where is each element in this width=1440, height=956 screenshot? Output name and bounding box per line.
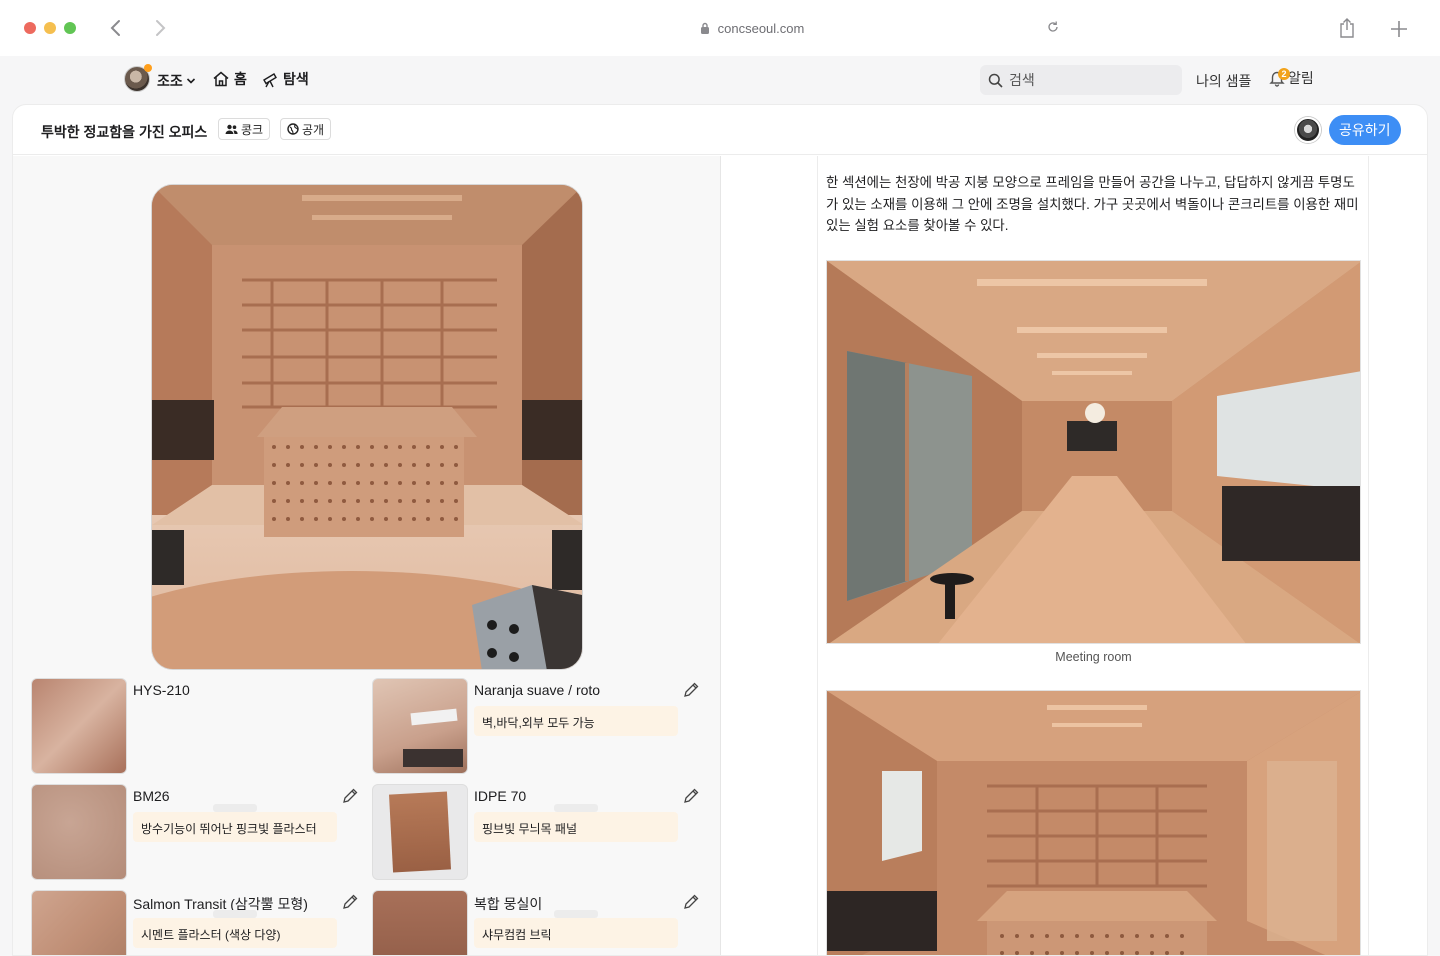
material-name: IDPE 70 [474, 788, 527, 804]
notifications-label: 알림 [1288, 70, 1314, 86]
reload-icon[interactable] [1046, 20, 1060, 37]
back-icon[interactable] [104, 16, 128, 40]
material-note[interactable]: 방수기능이 뛰어난 핑크빛 플라스터 [133, 812, 337, 842]
share-icon[interactable] [1338, 17, 1356, 44]
placeholder-bar [554, 910, 598, 918]
search-icon [988, 73, 1003, 88]
url-text: concseoul.com [717, 20, 805, 36]
notification-count-badge: 2 [1278, 68, 1290, 80]
article-paragraph: 한 섹션에는 천장에 박공 지붕 모양으로 프레임을 만들어 공간을 나누고, … [826, 175, 1359, 233]
material-thumbnail[interactable] [372, 890, 468, 955]
moodboard-panel: HYS-210 Naranja suave / roto 벽,바닥,외부 모두 … [13, 156, 721, 955]
telescope-icon [263, 73, 277, 88]
people-icon [225, 124, 238, 134]
material-name: Naranja suave / roto [474, 682, 601, 698]
notifications-link[interactable]: 알림 [1268, 68, 1314, 88]
placeholder-bar [213, 910, 257, 918]
lock-icon [700, 22, 709, 34]
office-shelves-image[interactable] [826, 690, 1361, 955]
address-bar[interactable]: concseoul.com [432, 14, 1072, 42]
new-tab-icon[interactable] [1390, 14, 1408, 45]
material-thumbnail[interactable] [31, 890, 127, 955]
pencil-icon[interactable] [682, 893, 700, 911]
office-shelves-illustration [827, 691, 1360, 955]
document-header: 투박한 정교함을 가진 오피스 콩크 공개 공유하기 [13, 105, 1427, 155]
app-area: 조조 홈 탐색 나의 샘플 알림 2 투박한 정교함을 가진 오피스 콩크 [0, 56, 1440, 956]
document-card: 투박한 정교함을 가진 오피스 콩크 공개 공유하기 HYS-210 Naran… [12, 104, 1428, 956]
image-caption: Meeting room [1055, 650, 1132, 664]
material-card[interactable]: IDPE 70 핑브빛 무늬목 패널 [372, 784, 702, 882]
home-icon [213, 71, 229, 87]
pencil-icon[interactable] [341, 893, 359, 911]
forward-icon[interactable] [148, 16, 172, 40]
material-thumbnail[interactable] [372, 678, 468, 774]
collaborator-avatar[interactable] [1295, 117, 1321, 143]
main-render-image[interactable] [151, 184, 583, 670]
material-name: HYS-210 [133, 682, 190, 698]
material-name: 복합 뭉실이 [474, 896, 543, 912]
meeting-room-image[interactable] [826, 260, 1361, 644]
globe-icon [287, 123, 299, 135]
share-button[interactable]: 공유하기 [1329, 115, 1401, 145]
nav-explore-label: 탐색 [283, 71, 309, 87]
material-note[interactable]: 샤무컴컴 브릭 [474, 918, 678, 948]
material-note[interactable]: 벽,바닥,외부 모두 가능 [474, 706, 678, 736]
material-card[interactable]: Salmon Transit (삼각뿔 모형) 시멘트 플라스터 (색상 다양) [31, 890, 361, 955]
close-window-button[interactable] [24, 22, 36, 34]
browser-toolbar: concseoul.com [0, 0, 1440, 56]
visibility-chip-label: 공개 [302, 122, 325, 137]
placeholder-bar [554, 804, 598, 812]
material-card[interactable]: BM26 방수기능이 뛰어난 핑크빛 플라스터 [31, 784, 361, 882]
window-controls [24, 22, 76, 34]
placeholder-bar [213, 804, 257, 812]
material-thumbnail[interactable] [31, 784, 127, 880]
online-status-dot [144, 64, 152, 72]
material-name: BM26 [133, 788, 170, 804]
pencil-icon[interactable] [682, 787, 700, 805]
pencil-icon[interactable] [341, 787, 359, 805]
minimize-window-button[interactable] [44, 22, 56, 34]
visibility-chip[interactable]: 공개 [280, 118, 332, 140]
meeting-room-illustration [827, 261, 1360, 643]
material-card[interactable]: Naranja suave / roto 벽,바닥,외부 모두 가능 [372, 678, 702, 776]
material-note[interactable]: 시멘트 플라스터 (색상 다양) [133, 918, 337, 948]
pencil-icon[interactable] [682, 681, 700, 699]
document-title: 투박한 정교함을 가진 오피스 [41, 124, 208, 140]
article-content: 한 섹션에는 천장에 박공 지붕 모양으로 프레임을 만들어 공간을 나누고, … [817, 156, 1369, 955]
user-name: 조조 [157, 73, 183, 89]
my-samples-link[interactable]: 나의 샘플 [1196, 71, 1251, 91]
zoom-window-button[interactable] [64, 22, 76, 34]
article-panel: 한 섹션에는 천장에 박공 지붕 모양으로 프레임을 만들어 공간을 나누고, … [721, 156, 1427, 955]
material-thumbnail[interactable] [372, 784, 468, 880]
chevron-down-icon [186, 78, 195, 84]
top-navigation: 조조 홈 탐색 나의 샘플 알림 2 [0, 56, 1440, 104]
nav-home-link[interactable]: 홈 [212, 69, 247, 89]
material-card[interactable]: 복합 뭉실이 샤무컴컴 브릭 [372, 890, 702, 955]
nav-explore-link[interactable]: 탐색 [261, 69, 309, 89]
team-chip-label: 콩크 [241, 122, 264, 137]
office-render-illustration [152, 185, 582, 669]
material-note[interactable]: 핑브빛 무늬목 패널 [474, 812, 678, 842]
material-thumbnail[interactable] [31, 678, 127, 774]
team-chip[interactable]: 콩크 [218, 118, 271, 140]
material-card[interactable]: HYS-210 [31, 678, 361, 776]
user-menu[interactable]: 조조 [157, 71, 196, 91]
nav-home-label: 홈 [234, 71, 247, 87]
search-box[interactable] [980, 65, 1182, 95]
search-input[interactable] [1009, 72, 1159, 88]
